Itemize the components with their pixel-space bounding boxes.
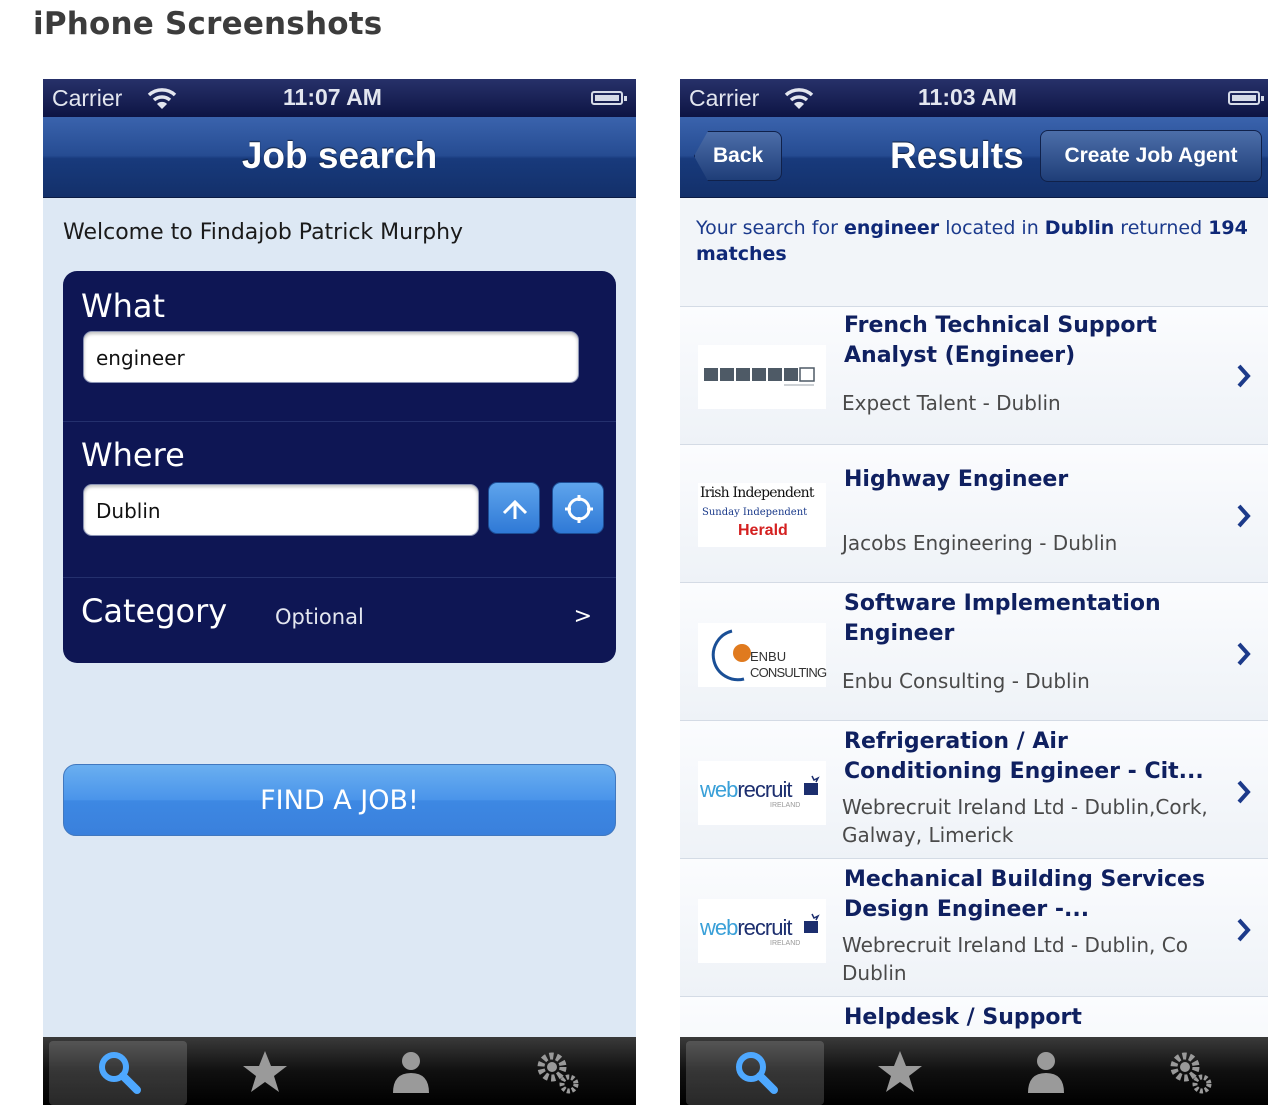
carrier-label: Carrier xyxy=(52,85,123,111)
what-input[interactable]: engineer xyxy=(83,331,579,383)
person-icon xyxy=(1028,1052,1064,1093)
navigation-bar: Job search xyxy=(43,117,636,198)
chevron-right-icon xyxy=(1237,780,1251,804)
webrecruit-logo: webrecruit IRELAND xyxy=(698,761,826,825)
job-title: Mechanical Building Services Design Engi… xyxy=(844,867,1206,922)
arrow-up-icon xyxy=(502,499,528,519)
where-section: Where Dublin xyxy=(63,422,616,578)
carrier-label: Carrier xyxy=(689,85,760,111)
job-title: French Technical Support Analyst (Engine… xyxy=(844,313,1157,368)
star-icon xyxy=(878,1051,922,1092)
tab-favourites[interactable] xyxy=(195,1041,333,1105)
summary-location: Dublin xyxy=(1044,217,1115,239)
chevron-right-icon xyxy=(1237,918,1251,942)
results-screen: Carrier 11:03 AM Back Results Create Job… xyxy=(680,79,1268,1105)
search-icon xyxy=(99,1052,141,1094)
where-label: Where xyxy=(81,436,185,474)
tab-favourites[interactable] xyxy=(830,1041,968,1105)
location-arrow-button[interactable] xyxy=(488,482,540,534)
job-title: Refrigeration / Air Conditioning Enginee… xyxy=(844,729,1204,784)
summary-keyword: engineer xyxy=(843,217,940,239)
webrecruit-bag-icon xyxy=(804,775,820,795)
chevron-right-icon xyxy=(1237,364,1251,388)
chevron-right-icon xyxy=(1237,642,1251,666)
crosshair-icon xyxy=(565,495,593,523)
create-job-agent-button[interactable]: Create Job Agent xyxy=(1040,130,1262,182)
what-section: What engineer xyxy=(63,271,616,422)
job-company: Jacobs Engineering - Dublin xyxy=(842,531,1118,555)
person-icon xyxy=(393,1052,429,1093)
page-heading: iPhone Screenshots xyxy=(33,6,383,42)
search-form: What engineer Where Dublin Category Opti… xyxy=(63,271,616,663)
result-row[interactable]: webrecruit IRELAND Refrigeration / Air C… xyxy=(680,720,1268,859)
job-title: Helpdesk / Support xyxy=(844,1005,1082,1030)
result-row[interactable]: ENBU CONSULTING Software Implementation … xyxy=(680,582,1268,721)
star-icon xyxy=(243,1051,287,1092)
expect-talent-logo-graphic xyxy=(704,367,815,386)
welcome-message: Welcome to Findajob Patrick Murphy xyxy=(63,220,464,245)
battery-icon xyxy=(591,91,627,105)
where-input[interactable]: Dublin xyxy=(83,484,479,536)
enbu-consulting-logo: ENBU CONSULTING xyxy=(698,623,827,687)
chevron-right-icon xyxy=(1237,504,1251,528)
job-company: Enbu Consulting - Dublin xyxy=(842,669,1090,693)
job-company: Expect Talent - Dublin xyxy=(842,391,1061,415)
wifi-icon xyxy=(784,88,814,109)
tab-search[interactable] xyxy=(49,1041,187,1105)
category-value: Optional xyxy=(275,605,364,629)
tab-search[interactable] xyxy=(686,1041,824,1105)
gps-button[interactable] xyxy=(552,482,604,534)
search-icon xyxy=(736,1052,778,1094)
gears-icon xyxy=(537,1052,579,1094)
job-title: Highway Engineer xyxy=(844,467,1069,492)
result-row[interactable]: Irish Independent Sunday Independent Her… xyxy=(680,444,1268,583)
back-button[interactable]: Back xyxy=(694,131,782,181)
gears-icon xyxy=(1170,1052,1212,1094)
status-bar: Carrier 11:07 AM xyxy=(43,79,636,117)
clock: 11:03 AM xyxy=(918,84,1017,110)
chevron-right-icon: > xyxy=(573,604,592,629)
status-bar: Carrier 11:03 AM xyxy=(680,79,1268,117)
job-title: Software Implementation Engineer xyxy=(844,591,1161,646)
what-label: What xyxy=(81,287,166,325)
irish-independent-logo: Irish Independent Sunday Independent Her… xyxy=(698,483,826,547)
battery-icon xyxy=(1228,91,1264,105)
search-summary: Your search for engineer located in Dubl… xyxy=(696,217,1248,265)
job-search-screen: Carrier 11:07 AM Job search Welcome to F… xyxy=(43,79,636,1105)
screen-title: Job search xyxy=(241,135,438,176)
wifi-icon xyxy=(147,88,177,109)
navigation-bar: Back Results Create Job Agent xyxy=(680,117,1268,198)
result-row[interactable]: webrecruit IRELAND Mechanical Building S… xyxy=(680,858,1268,997)
tab-profile[interactable] xyxy=(976,1041,1114,1105)
tab-settings[interactable] xyxy=(487,1041,625,1105)
screen-title: Results xyxy=(890,135,1024,176)
find-a-job-button[interactable]: FIND A JOB! xyxy=(63,764,616,836)
job-company: Webrecruit Ireland Ltd - Dublin, Co Dubl… xyxy=(842,933,1188,985)
tab-bar xyxy=(43,1037,636,1105)
webrecruit-bag-icon xyxy=(804,913,820,933)
result-row[interactable]: French Technical Support Analyst (Engine… xyxy=(680,306,1268,445)
expect-talent-logo xyxy=(698,345,826,409)
category-label: Category xyxy=(81,592,228,630)
tab-profile[interactable] xyxy=(341,1041,479,1105)
tab-bar xyxy=(680,1037,1268,1105)
category-row[interactable]: Category Optional > xyxy=(63,578,616,663)
job-company: Webrecruit Ireland Ltd - Dublin,Cork, Ga… xyxy=(842,795,1208,847)
clock: 11:07 AM xyxy=(283,84,382,110)
webrecruit-logo: webrecruit IRELAND xyxy=(698,899,826,963)
tab-settings[interactable] xyxy=(1120,1041,1258,1105)
